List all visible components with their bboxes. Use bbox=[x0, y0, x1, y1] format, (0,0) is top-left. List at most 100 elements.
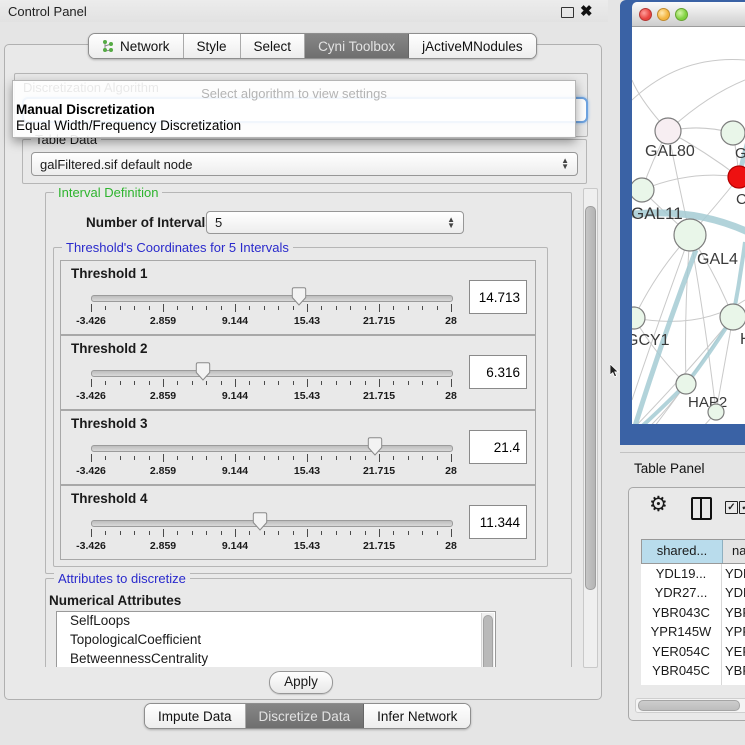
attribute-list-item[interactable]: SelfLoops bbox=[57, 612, 495, 631]
slider-scale: -3.4262.8599.14415.4321.71528 bbox=[91, 379, 451, 405]
cell-name[interactable]: YBR0 bbox=[722, 603, 745, 622]
tab-select[interactable]: Select bbox=[241, 34, 306, 58]
threshold-value-input[interactable] bbox=[470, 506, 526, 538]
table-row[interactable]: YER054CYER0 bbox=[641, 642, 745, 661]
network-node[interactable] bbox=[632, 178, 654, 202]
threshold-value-input[interactable] bbox=[470, 281, 526, 313]
network-node[interactable] bbox=[721, 121, 745, 145]
tab-discretize-data[interactable]: Discretize Data bbox=[246, 704, 365, 728]
threshold-value-field[interactable] bbox=[469, 430, 527, 464]
attributes-scrollbar-thumb[interactable] bbox=[483, 615, 493, 667]
tick-mark bbox=[235, 379, 236, 387]
settings-scrollbar-thumb[interactable] bbox=[585, 206, 596, 590]
close-icon[interactable]: ✖ bbox=[580, 2, 593, 20]
node-table[interactable]: shared... na YDL19...YDL1YDR27...YDR2YBR… bbox=[641, 539, 745, 685]
slider-thumb[interactable] bbox=[368, 437, 383, 459]
numerical-attributes-list[interactable]: SelfLoopsTopologicalCoefficientBetweenne… bbox=[56, 611, 496, 667]
cell-shared-name[interactable]: YDR27... bbox=[641, 583, 722, 602]
threshold-value-input[interactable] bbox=[470, 356, 526, 388]
cell-name[interactable]: YDR2 bbox=[722, 583, 745, 602]
slider-track[interactable] bbox=[91, 520, 453, 527]
table-data-combo[interactable]: galFiltered.sif default node ▲▼ bbox=[31, 152, 578, 176]
table-row[interactable]: YPR145WYPR1 bbox=[641, 622, 745, 641]
network-graph[interactable]: GAL80GACGAL11GAL4GCY1HHAP2 bbox=[632, 27, 745, 424]
network-node-label: GAL4 bbox=[697, 251, 738, 268]
table-row[interactable]: YBL079WYBL0 bbox=[641, 680, 745, 685]
network-canvas[interactable]: GAL80GACGAL11GAL4GCY1HHAP2 bbox=[632, 27, 745, 424]
table-row[interactable]: YBR043CYBR0 bbox=[641, 603, 745, 622]
cell-name[interactable]: YPR1 bbox=[722, 622, 745, 641]
table-row[interactable]: YDL19...YDL1 bbox=[641, 564, 745, 583]
float-window-icon[interactable] bbox=[561, 7, 574, 18]
threshold-value-field[interactable] bbox=[469, 355, 527, 389]
cell-shared-name[interactable]: YER054C bbox=[641, 642, 722, 661]
tab-cyni-toolbox[interactable]: Cyni Toolbox bbox=[305, 34, 409, 58]
number-of-intervals-combo[interactable]: 5 ▲▼ bbox=[206, 211, 464, 234]
cell-name[interactable]: YDL1 bbox=[722, 564, 745, 583]
cell-shared-name[interactable]: YPR145W bbox=[641, 622, 722, 641]
show-columns-icon[interactable] bbox=[691, 497, 712, 520]
tab-jactivemnodules[interactable]: jActiveMNodules bbox=[409, 34, 536, 58]
slider-track[interactable] bbox=[91, 295, 453, 302]
zoom-traffic-light-icon[interactable] bbox=[675, 8, 688, 21]
table-horizontal-scrollbar[interactable] bbox=[635, 698, 745, 713]
slider-thumb[interactable] bbox=[253, 512, 268, 534]
cell-shared-name[interactable]: YBR043C bbox=[641, 603, 722, 622]
tick-mark bbox=[264, 306, 265, 310]
cell-shared-name[interactable]: YBL079W bbox=[641, 680, 722, 685]
network-edge[interactable] bbox=[632, 60, 745, 101]
table-hscrollbar-thumb[interactable] bbox=[638, 700, 740, 711]
slider-scale: -3.4262.8599.14415.4321.71528 bbox=[91, 454, 451, 480]
network-node[interactable] bbox=[655, 118, 681, 144]
network-node[interactable] bbox=[632, 307, 645, 329]
settings-scroll-viewport[interactable]: Interval Definition Number of Intervals … bbox=[8, 184, 586, 667]
network-node[interactable] bbox=[674, 219, 706, 251]
cell-shared-name[interactable]: YBR045C bbox=[641, 661, 722, 680]
algorithm-option-manual[interactable]: Manual Discretization bbox=[16, 102, 155, 117]
table-row[interactable]: YBR045CYBR0 bbox=[641, 661, 745, 680]
column-header-name[interactable]: na bbox=[723, 540, 745, 563]
select-all-checkbox-icon[interactable]: ✓ bbox=[725, 501, 738, 514]
algorithm-option-equal-width[interactable]: Equal Width/Frequency Discretization bbox=[16, 118, 241, 133]
select-none-checkbox-icon[interactable]: ✓ bbox=[739, 501, 745, 514]
numerical-attributes-label: Numerical Attributes bbox=[49, 593, 181, 608]
tab-style[interactable]: Style bbox=[184, 34, 241, 58]
network-node[interactable] bbox=[708, 404, 724, 420]
apply-button[interactable]: Apply bbox=[269, 671, 333, 694]
cell-shared-name[interactable]: YDL19... bbox=[641, 564, 722, 583]
tab-network[interactable]: Network bbox=[89, 34, 184, 58]
threshold-value-field[interactable] bbox=[469, 280, 527, 314]
network-edge[interactable] bbox=[686, 235, 691, 384]
network-window-titlebar[interactable] bbox=[632, 2, 745, 27]
tick-mark bbox=[91, 529, 92, 537]
network-node[interactable] bbox=[676, 374, 696, 394]
tab-impute-data[interactable]: Impute Data bbox=[145, 704, 246, 728]
slider-track[interactable] bbox=[91, 445, 453, 452]
cell-name[interactable]: YBL0 bbox=[722, 680, 745, 685]
slider-track[interactable] bbox=[91, 370, 453, 377]
gear-icon[interactable]: ⚙ bbox=[649, 494, 668, 515]
network-edge[interactable] bbox=[642, 175, 739, 190]
tick-mark bbox=[422, 306, 423, 310]
combo-arrows-icon: ▲▼ bbox=[447, 217, 455, 229]
attributes-list-scrollbar[interactable] bbox=[481, 613, 494, 667]
attribute-list-item[interactable]: BetweennessCentrality bbox=[57, 650, 495, 667]
attribute-list-item[interactable]: TopologicalCoefficient bbox=[57, 631, 495, 650]
close-traffic-light-icon[interactable] bbox=[639, 8, 652, 21]
network-node[interactable] bbox=[728, 166, 745, 188]
tick-mark bbox=[177, 456, 178, 460]
tab-infer-network[interactable]: Infer Network bbox=[364, 704, 470, 728]
cell-name[interactable]: YBR0 bbox=[722, 661, 745, 680]
network-node[interactable] bbox=[720, 304, 745, 330]
threshold-value-input[interactable] bbox=[470, 431, 526, 463]
tick-mark bbox=[249, 306, 250, 310]
settings-vertical-scrollbar[interactable] bbox=[583, 188, 598, 668]
minimize-traffic-light-icon[interactable] bbox=[657, 8, 670, 21]
threshold-value-field[interactable] bbox=[469, 505, 527, 539]
threshold-row: Threshold 4-3.4262.8599.14415.4321.71528 bbox=[60, 485, 536, 560]
slider-thumb[interactable] bbox=[195, 362, 210, 384]
slider-thumb[interactable] bbox=[291, 287, 306, 309]
column-header-shared-name[interactable]: shared... bbox=[641, 540, 723, 563]
table-row[interactable]: YDR27...YDR2 bbox=[641, 583, 745, 602]
cell-name[interactable]: YER0 bbox=[722, 642, 745, 661]
